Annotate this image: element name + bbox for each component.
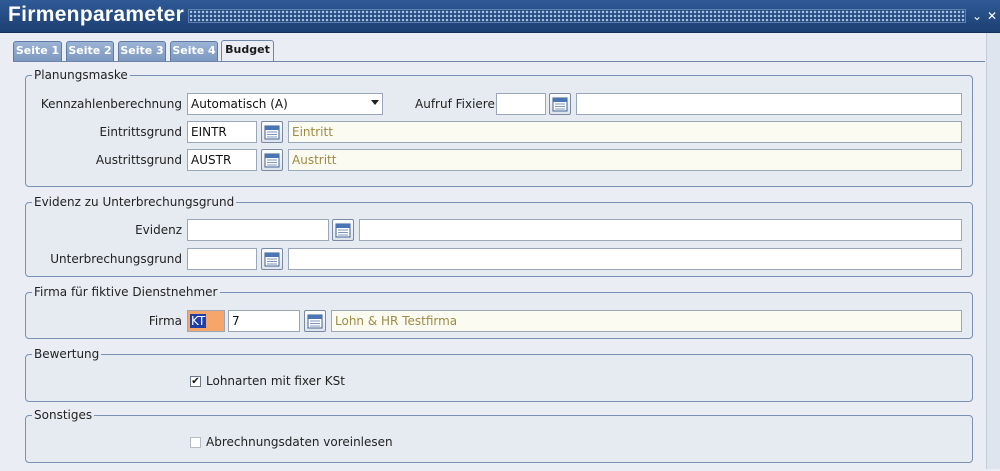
eintrittsgrund-lookup-button[interactable]: [261, 121, 283, 143]
content-area: Seite 1 Seite 2 Seite 3 Seite 4 Budget P…: [1, 33, 986, 469]
eintrittsgrund-desc-field: Eintritt: [288, 121, 962, 143]
firma-type-value: KT: [190, 314, 207, 328]
lohnarten-fixer-kst-checkbox[interactable]: ✔: [190, 376, 201, 387]
aufruf-fixieren-code-input[interactable]: [496, 93, 546, 115]
austrittsgrund-code-input[interactable]: AUSTR: [187, 149, 257, 171]
kennzahlenberechnung-select[interactable]: Automatisch (A): [187, 93, 383, 115]
firma-lookup-button[interactable]: [304, 310, 326, 332]
firma-label: Firma: [148, 314, 182, 328]
austrittsgrund-desc-field: Austritt: [288, 149, 962, 171]
group-sonstiges: Sonstiges: [25, 408, 973, 463]
eintrittsgrund-code-input[interactable]: EINTR: [187, 121, 257, 143]
kennzahlenberechnung-value: Automatisch (A): [191, 97, 288, 111]
group-legend: Planungsmaske: [34, 68, 128, 82]
abrechnungsdaten-voreinlesen-label[interactable]: Abrechnungsdaten voreinlesen: [206, 435, 393, 449]
unterbrechungsgrund-code-input[interactable]: [187, 248, 257, 270]
evidenz-label: Evidenz: [135, 223, 182, 237]
tab-seite-2[interactable]: Seite 2: [66, 41, 114, 61]
minimize-icon[interactable]: ⌄: [970, 8, 984, 24]
unterbrechungsgrund-label: Unterbrechungsgrund: [50, 252, 182, 266]
aufruf-fixieren-lookup-button[interactable]: [549, 93, 571, 115]
vertical-scrollbar[interactable]: [986, 33, 1000, 469]
lohnarten-fixer-kst-label[interactable]: Lohnarten mit fixer KSt: [206, 374, 345, 388]
group-legend: Bewertung: [34, 347, 100, 361]
firma-desc-field: Lohn & HR Testfirma: [331, 310, 962, 332]
group-bewertung: Bewertung: [25, 347, 973, 402]
evidenz-code-input[interactable]: [187, 219, 329, 241]
austrittsgrund-lookup-button[interactable]: [261, 149, 283, 171]
group-legend: Firma für fiktive Dienstnehmer: [34, 285, 218, 299]
unterbrechungsgrund-lookup-button[interactable]: [261, 248, 283, 270]
eintrittsgrund-label: Eintrittsgrund: [99, 125, 182, 139]
group-legend: Sonstiges: [34, 408, 93, 422]
tab-seite-4[interactable]: Seite 4: [170, 41, 218, 61]
window-title: Firmenparameter: [8, 3, 185, 26]
aufruf-fixieren-label: Aufruf Fixieren: [415, 97, 503, 111]
group-legend: Evidenz zu Unterbrechungsgrund: [34, 195, 235, 209]
firma-type-input[interactable]: KT: [187, 310, 225, 332]
tab-budget[interactable]: Budget: [221, 40, 274, 61]
close-icon[interactable]: ✕: [985, 8, 999, 24]
unterbrechungsgrund-desc-field[interactable]: [288, 248, 962, 270]
tab-panel-budget: Planungsmaske Kennzahlenberechnung Autom…: [13, 61, 985, 471]
abrechnungsdaten-voreinlesen-checkbox[interactable]: [190, 437, 201, 448]
firma-code-input[interactable]: 7: [228, 310, 300, 332]
aufruf-fixieren-desc-field[interactable]: [576, 93, 962, 115]
kennzahlenberechnung-label: Kennzahlenberechnung: [40, 97, 182, 111]
drag-handle[interactable]: [188, 9, 966, 23]
evidenz-desc-field[interactable]: [359, 219, 962, 241]
tab-seite-3[interactable]: Seite 3: [118, 41, 166, 61]
evidenz-lookup-button[interactable]: [332, 219, 354, 241]
austrittsgrund-label: Austrittsgrund: [95, 153, 182, 167]
chevron-down-icon[interactable]: [371, 100, 379, 105]
title-bar: Firmenparameter ⌄ ✕: [0, 0, 1000, 33]
tab-seite-1[interactable]: Seite 1: [13, 41, 62, 61]
